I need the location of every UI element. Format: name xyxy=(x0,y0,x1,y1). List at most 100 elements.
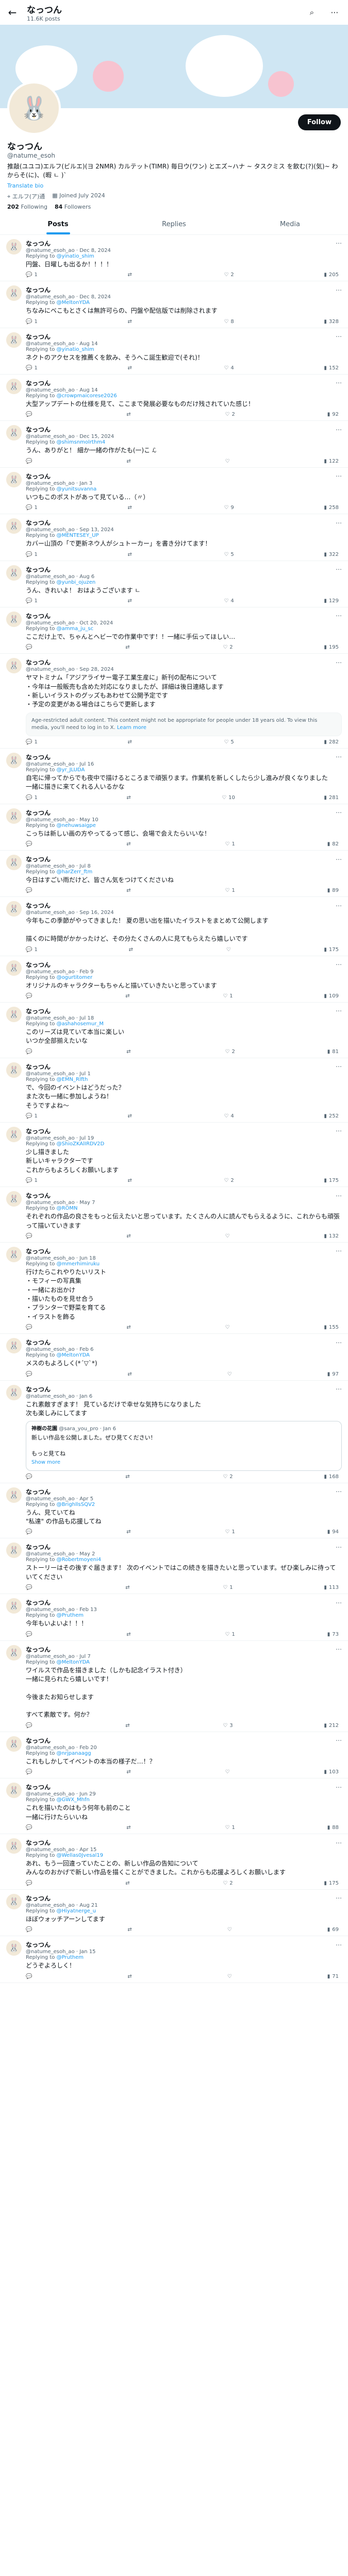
post-author[interactable]: なっつん xyxy=(26,1940,51,1949)
post-handle-date[interactable]: @natume_esoh_ao · Dec 8, 2024 xyxy=(26,248,342,253)
reply-target-link[interactable]: @yr_JLUDA xyxy=(57,767,85,773)
like-action[interactable]: ♡ 8 xyxy=(224,319,234,325)
repost-action[interactable]: ⇄ xyxy=(126,1529,132,1535)
post-item[interactable]: 🐰 なっつん ⋯ @natume_esoh_ao · Apr 15 Replying t… xyxy=(0,1834,348,1890)
tab-posts[interactable]: Posts xyxy=(0,214,116,234)
more-icon[interactable]: ⋯ xyxy=(336,286,342,294)
post-avatar[interactable]: 🐰 xyxy=(6,285,22,301)
views-action[interactable]: ▮ 92 xyxy=(327,412,339,417)
more-icon[interactable]: ⋯ xyxy=(336,1941,342,1948)
post-author[interactable]: なっつん xyxy=(26,901,51,910)
post-avatar[interactable]: 🐰 xyxy=(6,518,22,534)
post-item[interactable]: 🐰 なっつん ⋯ @natume_esoh_ao · May 10 Replying t… xyxy=(0,804,348,851)
reply-action[interactable]: 💬 1 xyxy=(26,319,38,325)
more-icon[interactable]: ⋯ xyxy=(336,1127,342,1134)
like-action[interactable]: ♡ 2 xyxy=(223,1880,233,1886)
repost-action[interactable]: ⇄ xyxy=(126,1325,132,1330)
reply-action[interactable]: 💬 1 xyxy=(26,598,38,604)
more-icon[interactable]: ⋯ xyxy=(336,1063,342,1070)
like-action[interactable]: ♡ xyxy=(226,947,233,953)
more-icon[interactable]: ⋯ xyxy=(336,1737,342,1744)
post-author[interactable]: なっつん xyxy=(26,472,51,481)
post-avatar[interactable]: 🐰 xyxy=(6,1246,22,1262)
post-handle-date[interactable]: @natume_esoh_ao · Feb 13 xyxy=(26,1607,342,1613)
views-action[interactable]: ▮ 113 xyxy=(324,1585,339,1590)
reply-target-link[interactable]: @Robertmoyeni4 xyxy=(57,1557,102,1563)
repost-action[interactable]: ⇄ xyxy=(129,947,135,953)
more-icon[interactable]: ⋯ xyxy=(336,426,342,433)
repost-action[interactable]: ⇄ xyxy=(127,1113,134,1119)
post-item[interactable]: 🐰 なっつん ⋯ @natume_esoh_ao · Jul 18 Replying t… xyxy=(0,1003,348,1058)
views-action[interactable]: ▮ 81 xyxy=(327,1049,339,1055)
reply-action[interactable]: 💬 xyxy=(26,1325,34,1330)
follow-button[interactable]: Follow xyxy=(297,114,341,130)
like-action[interactable]: ♡ 2 xyxy=(223,645,233,650)
views-action[interactable]: ▮ 69 xyxy=(327,1927,339,1933)
more-icon[interactable]: ⋯ xyxy=(336,856,342,863)
like-action[interactable]: ♡ 4 xyxy=(224,598,234,604)
post-handle-date[interactable]: @natume_esoh_ao · Aug 14 xyxy=(26,387,342,393)
post-item[interactable]: 🐰 なっつん ⋯ @natume_esoh_ao · Feb 20 Replying t… xyxy=(0,1732,348,1779)
repost-action[interactable]: ⇄ xyxy=(126,795,132,801)
reply-action[interactable]: 💬 xyxy=(26,888,34,893)
back-arrow-icon[interactable]: ← xyxy=(6,6,19,19)
views-action[interactable]: ▮ 109 xyxy=(324,993,339,999)
post-item[interactable]: 🐰 なっつん ⋯ @natume_esoh_ao · Jan 3 Replying to… xyxy=(0,468,348,515)
search-icon[interactable]: ⌕ xyxy=(305,5,319,20)
post-avatar[interactable]: 🐰 xyxy=(6,565,22,581)
repost-action[interactable]: ⇄ xyxy=(126,1769,132,1775)
post-author[interactable]: なっつん xyxy=(26,332,51,341)
more-icon[interactable]: ⋯ xyxy=(336,612,342,619)
reply-target-link[interactable]: @ogurtitomer xyxy=(57,975,93,980)
post-avatar[interactable]: 🐰 xyxy=(6,1838,22,1854)
reply-action[interactable]: 💬 xyxy=(26,841,34,847)
like-action[interactable]: ♡ xyxy=(227,1371,234,1377)
repost-action[interactable]: ⇄ xyxy=(127,552,134,557)
more-icon[interactable]: ⋯ xyxy=(336,379,342,386)
more-icon[interactable]: ⋯ xyxy=(336,1247,342,1255)
more-icon[interactable]: ⋯ xyxy=(336,1894,342,1902)
post-item[interactable]: 🐰 なっつん ⋯ @natume_esoh_ao · Aug 6 Replying to… xyxy=(0,561,348,607)
views-action[interactable]: ▮ 168 xyxy=(324,1474,339,1480)
post-avatar[interactable]: 🐰 xyxy=(6,960,22,976)
reply-action[interactable]: 💬 xyxy=(26,1371,34,1377)
show-more-link[interactable]: Show more xyxy=(31,1459,336,1466)
reply-action[interactable]: 💬 1 xyxy=(26,365,38,371)
post-item[interactable]: 🐰 なっつん ⋯ @natume_esoh_ao · Jul 16 Replying t… xyxy=(0,749,348,804)
post-avatar[interactable]: 🐰 xyxy=(6,1126,22,1142)
like-action[interactable]: ♡ 2 xyxy=(225,412,235,417)
post-avatar[interactable]: 🐰 xyxy=(6,332,22,348)
post-handle-date[interactable]: @natume_esoh_ao · Feb 9 xyxy=(26,969,342,975)
reply-target-link[interactable]: @Pruthem xyxy=(57,1613,84,1618)
like-action[interactable]: ♡ 4 xyxy=(224,1113,234,1119)
like-action[interactable]: ♡ 1 xyxy=(225,1825,235,1831)
like-action[interactable]: ♡ 1 xyxy=(225,1632,235,1637)
more-icon[interactable]: ⋯ xyxy=(336,240,342,247)
post-item[interactable]: 🐰 なっつん ⋯ @natume_esoh_ao · Jul 19 Replying t… xyxy=(0,1123,348,1188)
post-author[interactable]: なっつん xyxy=(26,1645,51,1654)
post-avatar[interactable]: 🐰 xyxy=(6,1487,22,1503)
post-author[interactable]: なっつん xyxy=(26,1127,51,1136)
post-item[interactable]: 🐰 なっつん ⋯ @natume_esoh_ao · Feb 9 Replying to… xyxy=(0,956,348,1003)
more-icon[interactable]: ⋯ xyxy=(336,333,342,340)
views-action[interactable]: ▮ 155 xyxy=(324,1325,339,1330)
views-action[interactable]: ▮ 129 xyxy=(324,598,339,604)
post-author[interactable]: なっつん xyxy=(26,753,51,761)
post-handle-date[interactable]: @natume_esoh_ao · Jul 1 xyxy=(26,1071,342,1077)
post-item[interactable]: 🐰 なっつん ⋯ @natume_esoh_ao · Sep 13, 2024 Repl… xyxy=(0,514,348,561)
more-icon[interactable]: ⋯ xyxy=(336,809,342,816)
repost-action[interactable]: ⇄ xyxy=(127,272,134,278)
reply-target-link[interactable]: @Hiyatnerge_u xyxy=(57,1908,96,1914)
views-action[interactable]: ▮ 281 xyxy=(324,795,339,801)
reply-action[interactable]: 💬 xyxy=(26,1474,34,1480)
more-icon[interactable]: ⋯ xyxy=(336,1192,342,1199)
post-handle-date[interactable]: @natume_esoh_ao · Dec 8, 2024 xyxy=(26,294,342,300)
post-handle-date[interactable]: @natume_esoh_ao · Jul 18 xyxy=(26,1015,342,1021)
post-author[interactable]: なっつん xyxy=(26,1783,51,1791)
repost-action[interactable]: ⇄ xyxy=(127,1178,134,1183)
reply-target-link[interactable]: @ashahosemur_M xyxy=(57,1021,104,1027)
reply-action[interactable]: 💬 xyxy=(26,1880,34,1886)
post-avatar[interactable]: 🐰 xyxy=(6,808,22,824)
post-handle-date[interactable]: @natume_esoh_ao · Apr 15 xyxy=(26,1847,342,1853)
more-icon[interactable]: ⋯ xyxy=(336,1784,342,1791)
